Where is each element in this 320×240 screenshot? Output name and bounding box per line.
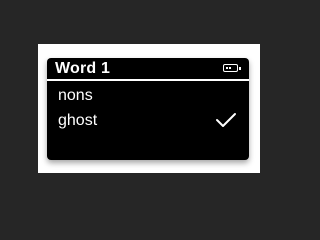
- header-divider: [47, 79, 249, 81]
- checkmark-icon: [216, 113, 236, 127]
- screen-header: Word 1: [47, 58, 249, 80]
- list-item-label: nons: [58, 87, 93, 104]
- list-item-nons[interactable]: nons: [47, 84, 249, 108]
- canvas: Word 1 nons ghost: [0, 0, 302, 231]
- device-screen: Word 1 nons ghost: [47, 58, 249, 160]
- screen-title: Word 1: [55, 60, 111, 77]
- battery-icon: [223, 64, 241, 72]
- preview-frame: Word 1 nons ghost: [38, 44, 260, 173]
- list-item-label: ghost: [58, 112, 98, 129]
- list-item-ghost[interactable]: ghost: [47, 109, 249, 133]
